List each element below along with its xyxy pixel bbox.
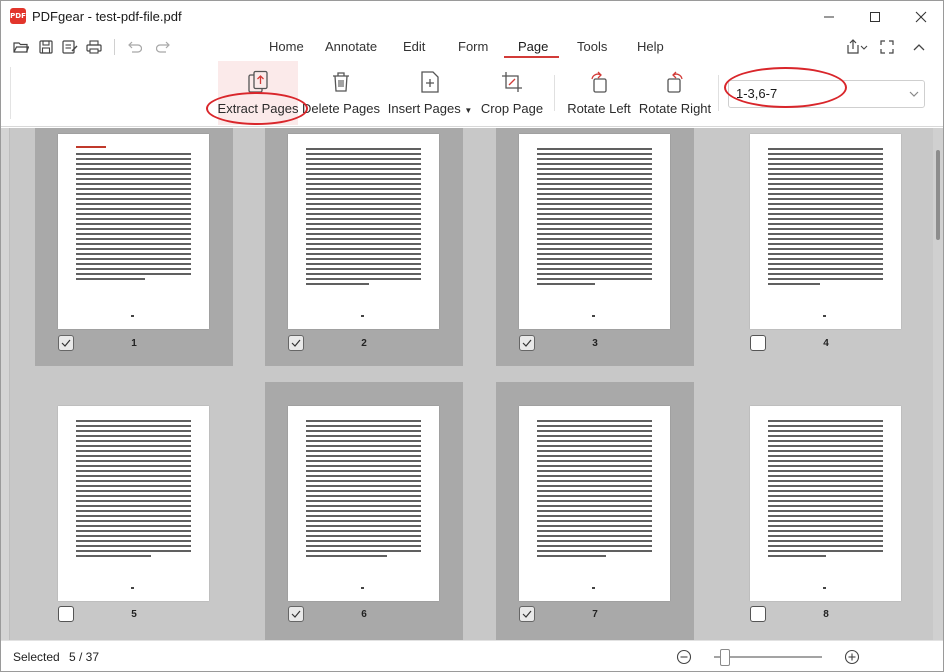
title-bar: PDF PDFgear - test-pdf-file.pdf	[1, 1, 943, 33]
crop-icon	[501, 69, 523, 95]
rotate-right-button[interactable]: Rotate Right	[639, 61, 711, 125]
collapse-ribbon-icon[interactable]	[910, 38, 928, 56]
extract-pages-label: Extract Pages	[217, 101, 299, 116]
scrollbar-thumb[interactable]	[936, 150, 940, 240]
page-preview	[288, 406, 439, 601]
rotate-right-icon	[664, 69, 686, 95]
close-button[interactable]	[898, 1, 944, 33]
zoom-in-button[interactable]	[844, 649, 860, 665]
trash-icon	[331, 69, 351, 95]
tab-help[interactable]: Help	[637, 39, 664, 54]
chevron-down-icon[interactable]	[908, 88, 920, 100]
page-number: 1	[131, 338, 137, 349]
page-ribbon: Extract Pages Delete Pages Insert Pages …	[1, 61, 943, 127]
tab-form[interactable]: Form	[458, 39, 488, 54]
status-bar: Selected 5 / 37	[1, 640, 943, 671]
page-number: 4	[823, 338, 829, 349]
insert-pages-button[interactable]: Insert Pages ▼	[388, 61, 473, 125]
undo-icon[interactable]	[125, 38, 143, 56]
ribbon-separator	[718, 75, 719, 111]
delete-pages-label: Delete Pages	[301, 101, 381, 116]
zoom-slider-handle[interactable]	[719, 649, 730, 666]
minimize-icon	[824, 16, 834, 18]
page-thumbnail-5[interactable]: 5	[35, 382, 233, 622]
page-preview	[519, 134, 670, 329]
page-thumbnail-7[interactable]: 7	[496, 382, 694, 640]
insert-pages-text: Insert Pages	[387, 101, 461, 116]
page-number: 8	[823, 609, 829, 620]
page-preview	[750, 134, 901, 329]
extract-pages-icon	[247, 69, 269, 95]
maximize-button[interactable]	[852, 1, 898, 33]
app-window: PDF PDFgear - test-pdf-file.pdf Home Ann…	[0, 0, 944, 672]
tab-annotate[interactable]: Annotate	[325, 39, 377, 54]
page-range-input[interactable]: 1-3,6-7	[728, 80, 925, 108]
share-menu-button[interactable]	[844, 38, 870, 56]
selected-label: Selected	[13, 650, 60, 664]
page-preview	[519, 406, 670, 601]
minimize-button[interactable]	[806, 1, 852, 33]
crop-page-button[interactable]: Crop Page	[481, 61, 543, 125]
page-number: 2	[361, 338, 367, 349]
fullscreen-icon[interactable]	[878, 38, 896, 56]
save-icon[interactable]	[37, 38, 55, 56]
share-icon	[847, 39, 868, 54]
page-number: 5	[131, 609, 137, 620]
page-thumbnail-6[interactable]: 6	[265, 382, 463, 640]
save-as-icon[interactable]	[61, 38, 79, 56]
active-tab-indicator	[504, 56, 559, 58]
page-thumbnail-8[interactable]: 8	[727, 382, 925, 622]
zoom-in-icon	[844, 649, 860, 665]
ribbon-edge	[10, 67, 11, 119]
page-number: 7	[592, 609, 598, 620]
page-preview	[58, 134, 209, 329]
tab-home[interactable]: Home	[269, 39, 304, 54]
extract-pages-button[interactable]: Extract Pages	[218, 61, 298, 125]
redo-icon[interactable]	[155, 38, 173, 56]
menu-bar: Home Annotate Edit Form Page Tools Help	[1, 33, 943, 61]
zoom-slider-track[interactable]	[714, 656, 822, 658]
open-folder-icon[interactable]	[12, 38, 30, 56]
page-number: 6	[361, 609, 367, 620]
tab-tools[interactable]: Tools	[577, 39, 607, 54]
dropdown-caret-icon: ▼	[464, 106, 473, 115]
rotate-left-button[interactable]: Rotate Left	[566, 61, 632, 125]
sidebar-edge	[1, 128, 10, 640]
ribbon-separator	[554, 75, 555, 111]
rotate-left-icon	[588, 69, 610, 95]
maximize-icon	[870, 12, 880, 22]
page-preview	[58, 406, 209, 601]
selected-count: 5 / 37	[69, 650, 100, 664]
close-icon	[915, 11, 927, 23]
tab-edit[interactable]: Edit	[403, 39, 425, 54]
page-thumbnail-2[interactable]: 2	[265, 128, 463, 366]
print-icon[interactable]	[85, 38, 103, 56]
page-preview	[750, 406, 901, 601]
zoom-out-icon	[676, 649, 692, 665]
rotate-right-label: Rotate Right	[638, 101, 712, 116]
page-thumbnail-grid: 1 2 3 4 5 6 7 8	[1, 128, 943, 640]
toolbar-divider	[114, 39, 115, 55]
crop-page-label: Crop Page	[480, 101, 544, 116]
rotate-left-label: Rotate Left	[567, 101, 631, 116]
zoom-out-button[interactable]	[676, 649, 692, 665]
tab-page[interactable]: Page	[518, 39, 548, 54]
window-title: PDFgear - test-pdf-file.pdf	[32, 9, 182, 24]
app-logo: PDF	[10, 8, 26, 24]
delete-pages-button[interactable]: Delete Pages	[301, 61, 381, 125]
insert-pages-label: Insert Pages ▼	[388, 101, 473, 116]
page-thumbnail-4[interactable]: 4	[727, 128, 925, 366]
page-thumbnail-3[interactable]: 3	[496, 128, 694, 366]
page-thumbnail-1[interactable]: 1	[35, 128, 233, 366]
page-preview	[288, 134, 439, 329]
insert-page-icon	[420, 69, 440, 95]
page-number: 3	[592, 338, 598, 349]
